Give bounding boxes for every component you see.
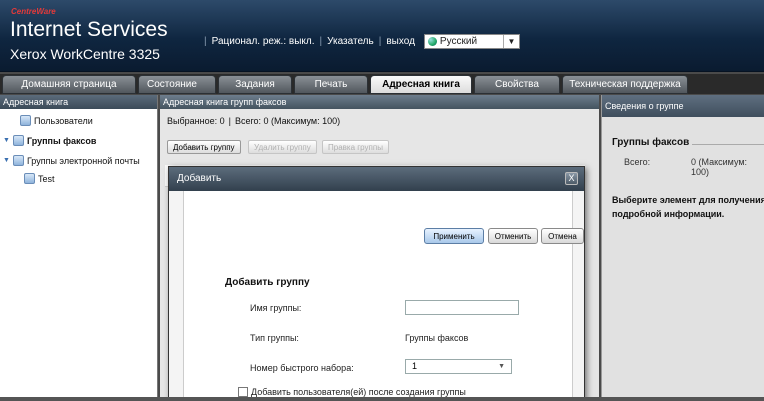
details-total-label: Всего: [624, 157, 651, 167]
tab-jobs[interactable]: Задания [218, 75, 292, 94]
group-name-input[interactable] [405, 300, 519, 315]
speed-dial-value: 1 [412, 361, 418, 371]
sidebar-item-label: Пользователи [34, 115, 93, 126]
add-users-checkbox-label: Добавить пользователя(ей) после создания… [251, 387, 466, 397]
add-dialog: Добавить X Применить Отменить Отмена Доб… [168, 166, 585, 401]
centreware-logo: CentreWare [11, 7, 56, 16]
sidebar-item-label: Группы факсов [26, 135, 97, 146]
sidebar-item-email-groups[interactable]: ▼ Группы электронной почты [3, 155, 140, 166]
tab-properties[interactable]: Свойства [474, 75, 560, 94]
email-group-icon [12, 155, 24, 166]
sidebar: Адресная книга Пользователи ▼ Группы фак… [0, 95, 158, 401]
cancel-button[interactable]: Отмена [541, 228, 584, 244]
dialog-titlebar: Добавить X [169, 167, 584, 191]
group-type-label: Тип группы: [250, 333, 299, 343]
sidebar-title: Адресная книга [0, 95, 157, 109]
header: CentreWare Internet Services Xerox WorkC… [0, 0, 764, 72]
tab-address-book[interactable]: Адресная книга [370, 75, 472, 94]
index-link[interactable]: Указатель [327, 36, 374, 47]
divider [692, 144, 764, 145]
globe-icon [427, 37, 437, 46]
tab-print[interactable]: Печать [294, 75, 368, 94]
app-window: CentreWare Internet Services Xerox WorkC… [0, 0, 764, 401]
sidebar-item-users[interactable]: Пользователи [20, 115, 93, 126]
close-icon[interactable]: X [565, 172, 578, 185]
main-tabs: Домашняя страница Состояние Задания Печа… [0, 74, 764, 94]
details-panel: Сведения о группе Группы факсов Всего: 0… [601, 95, 764, 401]
edit-group-button[interactable]: Правка группы [322, 140, 389, 154]
logout-link[interactable]: выход [386, 36, 415, 47]
group-icon [24, 173, 35, 184]
selection-summary: Выбранное: 0 | Всего: 0 (Максимум: 100) [167, 116, 340, 126]
details-info: Выберите элемент для получения подробной… [612, 195, 764, 219]
details-title: Сведения о группе [602, 95, 764, 117]
speed-dial-label: Номер быстрого набора: [250, 363, 354, 373]
expand-arrow-icon[interactable]: ▼ [3, 157, 10, 164]
dialog-body: Применить Отменить Отмена Добавить групп… [183, 191, 584, 401]
chevron-down-icon[interactable]: ▼ [502, 35, 519, 48]
divider [0, 397, 764, 401]
language-value: Русский [439, 36, 478, 47]
sidebar-item-test[interactable]: Test [24, 173, 55, 184]
speed-dial-select[interactable]: 1 ▼ [405, 359, 512, 374]
device-name: Xerox WorkCentre 3325 [10, 46, 160, 62]
divider: | [228, 116, 231, 126]
total-count: Всего: 0 (Максимум: 100) [234, 116, 341, 126]
add-users-checkbox[interactable] [238, 387, 248, 397]
fax-group-icon [12, 135, 24, 146]
details-total-value: 0 (Максимум: 100) [691, 157, 748, 177]
group-type-value: Группы факсов [405, 333, 469, 343]
apply-button[interactable]: Применить [424, 228, 484, 244]
add-group-button[interactable]: Добавить группу [167, 140, 241, 154]
energy-saver-link[interactable]: Рационал. реж.: выкл. [212, 36, 315, 47]
expand-arrow-icon[interactable]: ▼ [3, 137, 10, 144]
tab-home[interactable]: Домашняя страница [2, 75, 136, 94]
dialog-title: Добавить [177, 173, 222, 184]
sidebar-item-label: Test [38, 173, 55, 184]
app-title: Internet Services [10, 18, 168, 41]
divider: | [204, 36, 207, 47]
group-name-label: Имя группы: [250, 303, 302, 313]
chevron-down-icon[interactable]: ▼ [498, 360, 505, 373]
user-icon [20, 115, 31, 126]
selected-count: Выбранное: 0 [167, 116, 225, 126]
tab-status[interactable]: Состояние [138, 75, 216, 94]
sidebar-item-fax-groups[interactable]: ▼ Группы факсов [3, 135, 96, 146]
divider: | [378, 36, 382, 47]
header-links: | Рационал. реж.: выкл. | Указатель | вы… [204, 34, 520, 49]
sidebar-item-label: Группы электронной почты [26, 155, 140, 166]
undo-button[interactable]: Отменить [488, 228, 538, 244]
main-title: Адресная книга групп факсов [160, 95, 599, 109]
details-group-title: Группы факсов [612, 137, 690, 148]
delete-group-button[interactable]: Удалить группу [248, 140, 317, 154]
tab-support[interactable]: Техническая поддержка [562, 75, 688, 94]
language-select[interactable]: Русский ▼ [423, 34, 520, 49]
divider: | [319, 36, 323, 47]
section-title: Добавить группу [225, 277, 310, 288]
